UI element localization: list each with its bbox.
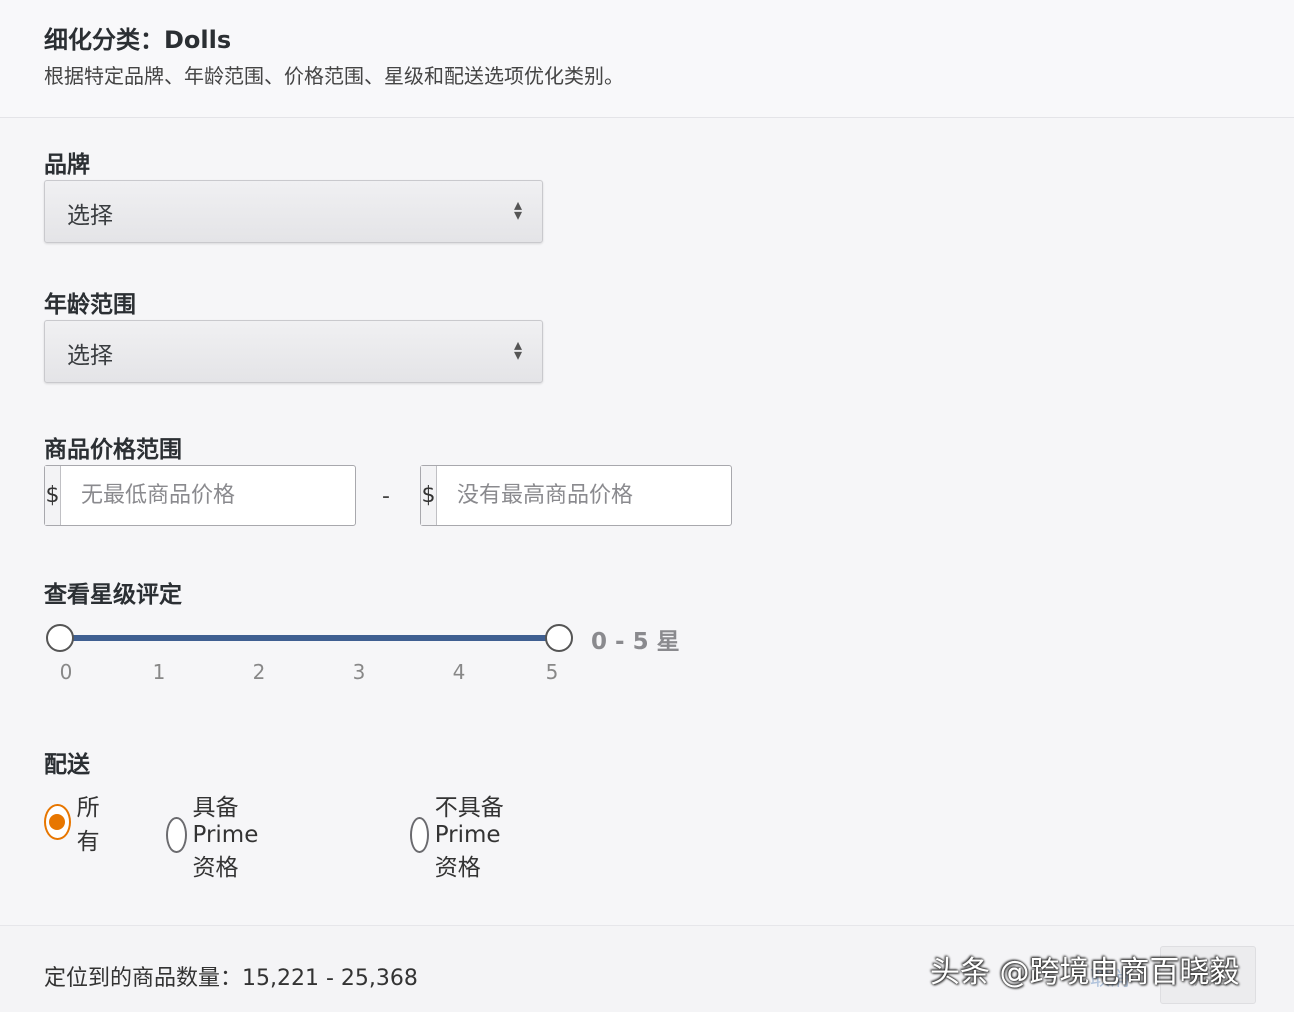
dialog-header: 细化分类：Dolls 根据特定品牌、年龄范围、价格范围、星级和配送选项优化类别。 bbox=[0, 0, 1294, 118]
radio-button[interactable] bbox=[410, 817, 429, 853]
rating-tick: 1 bbox=[152, 660, 166, 684]
min-price-input[interactable] bbox=[61, 466, 355, 525]
delivery-option-label: 不具备Prime资格 bbox=[434, 795, 504, 881]
delivery-option-non-prime[interactable]: 不具备Prime资格 bbox=[410, 788, 518, 882]
currency-symbol: $ bbox=[421, 466, 437, 525]
radio-button[interactable] bbox=[166, 817, 187, 853]
delivery-option-all[interactable]: 所有 bbox=[44, 788, 109, 856]
brand-select-value: 选择 bbox=[67, 203, 113, 229]
rating-slider-max-handle[interactable] bbox=[545, 624, 573, 652]
min-price-field: $ bbox=[44, 465, 356, 526]
rating-label: 查看星级评定 bbox=[44, 582, 182, 608]
rating-tick: 2 bbox=[252, 660, 266, 684]
delivery-label: 配送 bbox=[44, 752, 90, 778]
delivery-option-label: 所有 bbox=[76, 795, 100, 855]
radio-dot bbox=[49, 814, 66, 830]
brand-label: 品牌 bbox=[44, 152, 90, 178]
brand-select[interactable]: 选择 ▴ ▾ bbox=[44, 180, 543, 243]
age-range-label: 年龄范围 bbox=[44, 292, 136, 318]
age-range-select[interactable]: 选择 ▴ ▾ bbox=[44, 320, 543, 383]
rating-tick: 0 bbox=[59, 660, 73, 684]
sort-arrows-icon: ▴ ▾ bbox=[513, 335, 522, 364]
rating-tick: 4 bbox=[452, 660, 466, 684]
max-price-field: $ bbox=[420, 465, 732, 526]
page-subtitle: 根据特定品牌、年龄范围、价格范围、星级和配送选项优化类别。 bbox=[44, 64, 624, 88]
rating-tick: 3 bbox=[352, 660, 366, 684]
max-price-input[interactable] bbox=[437, 466, 731, 525]
price-range-separator: - bbox=[382, 484, 390, 509]
rating-tick: 5 bbox=[545, 660, 559, 684]
radio-button-selected[interactable] bbox=[44, 804, 71, 840]
sort-arrows-icon: ▴ ▾ bbox=[513, 195, 522, 224]
page-title: 细化分类：Dolls bbox=[44, 26, 232, 54]
delivery-option-label: 具备Prime资格 bbox=[192, 795, 259, 881]
delivery-option-prime[interactable]: 具备Prime资格 bbox=[166, 788, 274, 882]
result-count: 定位到的商品数量：15,221 - 25,368 bbox=[44, 966, 418, 991]
rating-slider-track[interactable] bbox=[60, 635, 560, 641]
price-range-label: 商品价格范围 bbox=[44, 437, 182, 463]
rating-range-text: 0 - 5 星 bbox=[591, 629, 680, 655]
currency-symbol: $ bbox=[45, 466, 61, 525]
age-range-select-value: 选择 bbox=[67, 343, 113, 369]
watermark: 头条 @跨境电商百晓毅 bbox=[930, 955, 1240, 990]
rating-slider-min-handle[interactable] bbox=[46, 624, 74, 652]
